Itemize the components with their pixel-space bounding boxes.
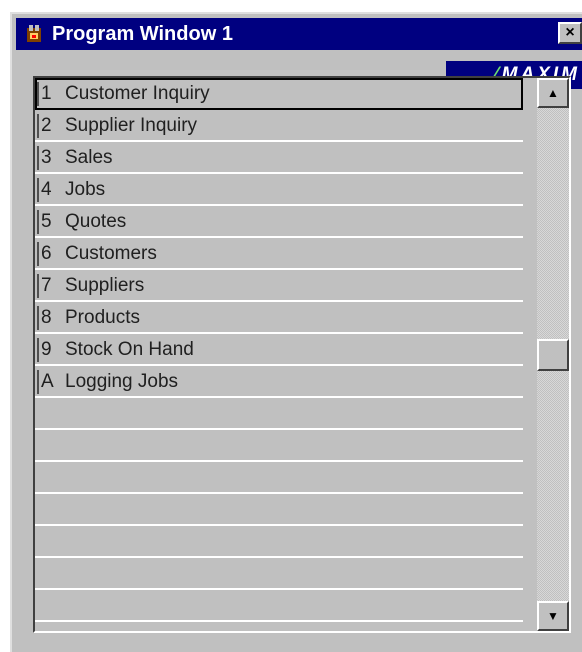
close-button[interactable]: × <box>558 22 582 44</box>
empty-row <box>35 398 523 430</box>
scroll-up-button[interactable]: ▲ <box>537 78 569 108</box>
menu-item-key: 3 <box>37 146 63 170</box>
menu-item-label: Stock On Hand <box>65 339 194 360</box>
scroll-down-button[interactable]: ▼ <box>537 601 569 631</box>
menu-item-label: Customer Inquiry <box>65 83 210 104</box>
close-icon: × <box>565 24 575 41</box>
menu-item-label: Products <box>65 307 140 328</box>
menu-item-label: Logging Jobs <box>65 371 179 392</box>
empty-row <box>35 590 523 622</box>
menu-item-key: 8 <box>37 306 63 330</box>
menu-item-label: Supplier Inquiry <box>65 115 198 136</box>
menu-item-label: Suppliers <box>65 275 145 296</box>
scroll-down-arrow-icon: ▼ <box>547 609 559 623</box>
menu-item[interactable]: 9 Stock On Hand <box>35 334 523 366</box>
vertical-scrollbar[interactable]: ▲ ▼ <box>537 78 569 631</box>
menu-item-key: 7 <box>37 274 63 298</box>
menu-rows: 1 Customer Inquiry 2 Supplier Inquiry 3 Sales… <box>35 78 523 631</box>
menu-item-key: 9 <box>37 338 63 362</box>
program-icon <box>27 25 41 42</box>
menu-item-label: Sales <box>65 147 113 168</box>
menu-item[interactable]: 5 Quotes <box>35 206 523 238</box>
empty-row <box>35 462 523 494</box>
menu-item-label: Jobs <box>65 179 106 200</box>
empty-row <box>35 430 523 462</box>
menu-item-label: Quotes <box>65 211 127 232</box>
menu-item[interactable]: 3 Sales <box>35 142 523 174</box>
menu-item-key: 6 <box>37 242 63 266</box>
scroll-up-arrow-icon: ▲ <box>547 86 559 100</box>
empty-row <box>35 558 523 590</box>
menu-item[interactable]: 1 Customer Inquiry <box>35 78 523 110</box>
menu-item[interactable]: 8 Products <box>35 302 523 334</box>
menu-item-key: A <box>37 370 63 394</box>
title-bar[interactable]: Program Window 1 × <box>16 18 582 50</box>
menu-item[interactable]: A Logging Jobs <box>35 366 523 398</box>
empty-row <box>35 494 523 526</box>
menu-item[interactable]: 7 Suppliers <box>35 270 523 302</box>
menu-item-key: 2 <box>37 114 63 138</box>
empty-row <box>35 526 523 558</box>
scrollbar-thumb[interactable] <box>537 339 569 371</box>
program-menu-list[interactable]: 1 Customer Inquiry 2 Supplier Inquiry 3 Sales… <box>33 76 571 633</box>
menu-item-key: 4 <box>37 178 63 202</box>
menu-item-key: 1 <box>37 82 63 106</box>
window-title: Program Window 1 <box>52 23 233 45</box>
menu-item[interactable]: 6 Customers <box>35 238 523 270</box>
menu-item[interactable]: 4 Jobs <box>35 174 523 206</box>
menu-item[interactable]: 2 Supplier Inquiry <box>35 110 523 142</box>
menu-item-key: 5 <box>37 210 63 234</box>
menu-item-label: Customers <box>65 243 157 264</box>
